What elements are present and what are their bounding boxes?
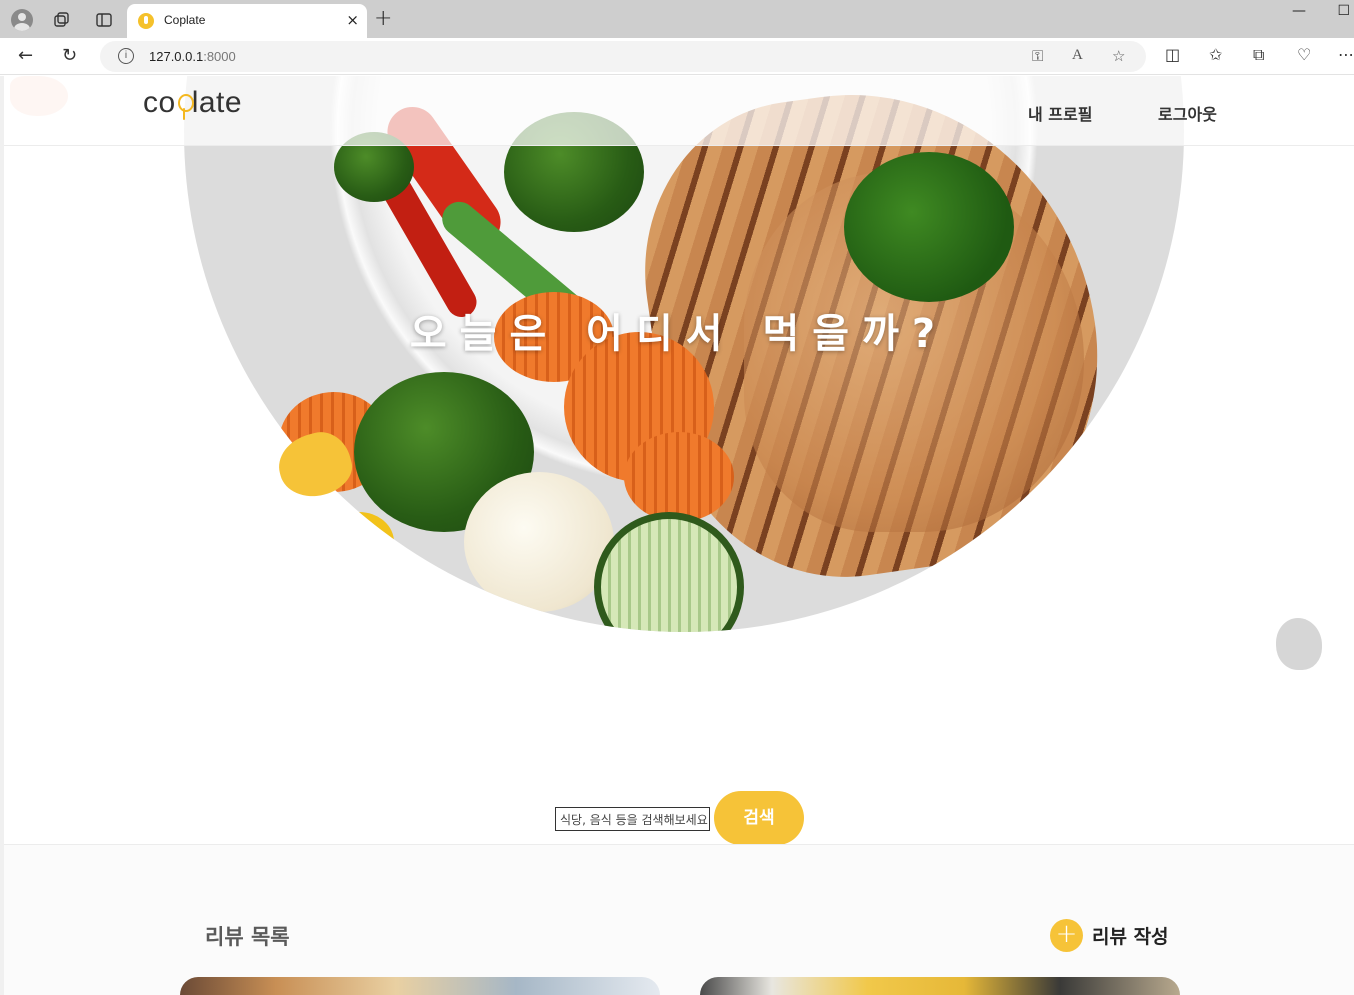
logout-link[interactable]: 로그아웃 <box>1158 101 1217 125</box>
site-info-icon[interactable]: i <box>118 48 134 64</box>
tab-actions-icon[interactable] <box>92 8 116 32</box>
favorites-icon[interactable]: ✩ <box>1209 45 1222 64</box>
write-review-button[interactable]: + 리뷰 작성 <box>1050 918 1169 952</box>
review-card[interactable] <box>180 977 660 995</box>
coplate-favicon-icon <box>138 13 154 29</box>
browser-address-bar: ← ↻ i 127.0.0.1:8000 ⚿ A ☆ <box>0 38 1354 75</box>
minimize-icon[interactable]: — <box>1292 3 1306 19</box>
browser-tab-bar: Coplate × + — ☐ <box>0 0 1354 38</box>
back-icon[interactable]: ← <box>18 45 33 66</box>
url-field[interactable]: i 127.0.0.1:8000 ⚿ A ☆ <box>100 41 1146 72</box>
write-review-label: 리뷰 작성 <box>1092 925 1169 948</box>
parsley-garnish <box>844 152 1014 302</box>
search-input[interactable]: 식당, 음식 등을 검색해보세요 <box>555 807 710 831</box>
review-list-title: 리뷰 목록 <box>205 925 290 949</box>
zucchini <box>594 512 744 632</box>
favorite-icon[interactable]: ☆ <box>1112 47 1125 65</box>
close-tab-icon[interactable]: × <box>346 11 359 29</box>
coplate-logo[interactable]: co late <box>143 86 242 122</box>
plus-icon: + <box>1050 918 1083 952</box>
more-icon[interactable]: ⋯ <box>1338 45 1354 64</box>
cauliflower <box>464 472 614 612</box>
review-card[interactable] <box>700 977 1180 995</box>
hero-title: 오늘은 어디서 먹을까? <box>409 311 949 357</box>
workspaces-icon[interactable] <box>50 8 74 32</box>
location-pin-icon <box>177 88 194 122</box>
my-profile-link[interactable]: 내 프로필 <box>1028 101 1092 125</box>
page-content: co late 내 프로필 로그아웃 오늘은 어디서 먹을까? 식당, 음식 등을… <box>0 76 1354 995</box>
browser-tab[interactable]: Coplate × <box>127 4 367 38</box>
maximize-icon[interactable]: ☐ <box>1337 3 1350 19</box>
profile-icon[interactable] <box>10 8 34 32</box>
review-list-section: 리뷰 목록 + 리뷰 작성 <box>4 844 1354 995</box>
yellow-pepper <box>324 512 394 572</box>
carrot <box>624 432 734 522</box>
site-header: co late 내 프로필 로그아웃 <box>4 76 1354 146</box>
key-icon[interactable]: ⚿ <box>1032 47 1043 65</box>
tab-title: Coplate <box>164 13 206 27</box>
browser-essentials-icon[interactable]: ♡ <box>1297 45 1311 64</box>
new-tab-button[interactable]: + <box>374 6 392 31</box>
split-screen-icon[interactable]: ◫ <box>1165 45 1180 64</box>
decorative-blob <box>1276 618 1322 670</box>
search-button[interactable]: 검색 <box>714 791 804 845</box>
reload-icon[interactable]: ↻ <box>62 45 77 66</box>
collections-icon[interactable]: ⧉ <box>1253 45 1264 65</box>
url-text: 127.0.0.1:8000 <box>149 49 236 64</box>
read-aloud-icon[interactable]: A <box>1072 47 1083 64</box>
